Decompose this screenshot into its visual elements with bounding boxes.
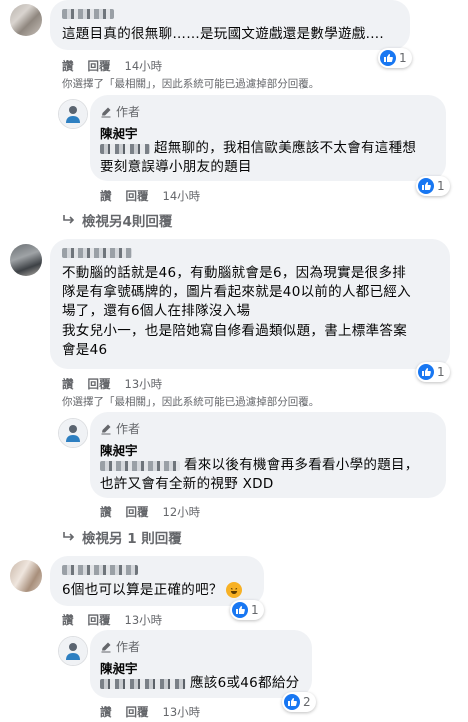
author-photo-icon — [66, 425, 80, 442]
reply-actions: 讚回覆 13小時 — [100, 704, 214, 720]
like-button[interactable]: 讚 — [62, 613, 74, 627]
like-button[interactable]: 讚 — [100, 189, 112, 203]
author-name[interactable]: 陳昶宇 — [100, 658, 138, 677]
author-avatar[interactable] — [58, 636, 88, 666]
comment-actions: 讚回覆 13小時 — [62, 376, 176, 392]
reaction-summary[interactable]: 2 — [282, 692, 316, 712]
filter-notice: 你選擇了「最相關」，因此系統可能已過濾掉部分回覆。 — [62, 78, 320, 90]
reply-actions: 讚回覆 14小時 — [100, 188, 214, 204]
like-button[interactable]: 讚 — [62, 377, 74, 391]
comment-actions: 讚回覆 13小時 — [62, 612, 176, 628]
like-icon — [418, 178, 434, 194]
reaction-count: 2 — [303, 695, 311, 709]
comment-bubble: 這題目真的很無聊……是玩國文遊戲還是數學遊戲.... — [50, 0, 410, 50]
reaction-summary[interactable]: 1 — [416, 176, 450, 196]
reaction-count: 1 — [399, 51, 407, 65]
timestamp[interactable]: 13小時 — [125, 613, 163, 627]
reply-button[interactable]: 回覆 — [88, 377, 111, 391]
commenter-avatar[interactable] — [10, 4, 42, 36]
reaction-summary[interactable]: 1 — [416, 362, 450, 382]
filter-notice: 你選擇了「最相關」，因此系統可能已過濾掉部分回覆。 — [62, 396, 320, 408]
reply-text-line-2: 要刻意誤導小朋友的題目 — [100, 159, 252, 175]
tagged-name-redacted[interactable] — [100, 679, 186, 689]
comment-text-line-2: 隊是有拿號碼牌的，圖片看起來就是40以前的人都已經入 — [62, 284, 411, 300]
author-name[interactable]: 陳昶宇 — [100, 123, 138, 142]
timestamp[interactable]: 13小時 — [163, 705, 201, 719]
view-more-replies[interactable]: 檢視另 1 則回覆 — [62, 527, 182, 547]
commenter-avatar[interactable] — [10, 244, 42, 276]
author-avatar[interactable] — [58, 418, 88, 448]
timestamp[interactable]: 14小時 — [163, 189, 201, 203]
comment-text-line-4: 我女兒小一，也是陪她寫自修看過類似題，書上標準答案 — [62, 323, 407, 339]
reply-bubble: 作者 陳昶宇 看來以後有機會再多看看小學的題目， 也許又會有全新的視野 XDD — [90, 412, 446, 498]
reaction-summary[interactable]: 1 — [230, 600, 264, 620]
tagged-name-redacted[interactable] — [100, 144, 150, 154]
pen-icon — [101, 642, 111, 652]
reaction-count: 1 — [437, 179, 445, 193]
commenter-name-redacted[interactable] — [62, 248, 132, 258]
comment-bubble: 6個也可以算是正確的吧？ — [50, 556, 264, 606]
like-button[interactable]: 讚 — [100, 505, 112, 519]
reply-arrow-icon — [63, 215, 75, 224]
comment-text-line-5: 會是46 — [62, 342, 108, 358]
author-badge: 作者 — [100, 638, 140, 655]
comment-actions: 讚回覆 14小時 — [62, 58, 176, 74]
comment-bubble: 不動腦的話就是46，有動腦就會是6，因為現實是很多排 隊是有拿號碼牌的，圖片看起… — [50, 239, 450, 369]
commenter-name-redacted[interactable] — [62, 9, 114, 19]
comment-text-line-3: 場了，還有6個人在排隊沒入場 — [62, 303, 251, 319]
like-icon — [284, 694, 300, 710]
reaction-summary[interactable]: 1 — [378, 48, 412, 68]
reply-bubble: 作者 陳昶宇 應該6或46都給分 — [90, 630, 312, 698]
timestamp[interactable]: 14小時 — [125, 59, 163, 73]
like-button[interactable]: 讚 — [100, 705, 112, 719]
reaction-count: 1 — [251, 603, 259, 617]
author-photo-icon — [66, 106, 80, 123]
reply-text-line-2: 也許又會有全新的視野 XDD — [100, 476, 274, 492]
like-button[interactable]: 讚 — [62, 59, 74, 73]
reply-arrow-icon — [63, 532, 75, 541]
reply-text-line-1: 看來以後有機會再多看看小學的題目， — [184, 457, 419, 473]
reply-button[interactable]: 回覆 — [126, 705, 149, 719]
comment-text-line-1: 不動腦的話就是46，有動腦就會是6，因為現實是很多排 — [62, 265, 407, 281]
like-icon — [232, 602, 248, 618]
reply-button[interactable]: 回覆 — [88, 59, 111, 73]
pen-icon — [101, 424, 111, 434]
like-icon — [418, 364, 434, 380]
reply-text: 應該6或46都給分 — [190, 675, 300, 691]
like-icon — [380, 50, 396, 66]
timestamp[interactable]: 13小時 — [125, 377, 163, 391]
author-badge: 作者 — [100, 420, 140, 437]
author-badge: 作者 — [100, 103, 140, 120]
author-avatar[interactable] — [58, 99, 88, 129]
comment-text: 這題目真的很無聊……是玩國文遊戲還是數學遊戲.... — [62, 26, 384, 42]
reply-bubble: 作者 陳昶宇 超無聊的，我相信歐美應該不太會有這種想 要刻意誤導小朋友的題目 — [90, 95, 446, 181]
reaction-count: 1 — [437, 365, 445, 379]
timestamp[interactable]: 12小時 — [163, 505, 201, 519]
view-more-replies[interactable]: 檢視另4則回覆 — [62, 210, 172, 230]
laughing-emoji-icon — [225, 582, 242, 598]
reply-actions: 讚回覆 12小時 — [100, 504, 214, 520]
commenter-name-redacted[interactable] — [62, 565, 138, 575]
author-name[interactable]: 陳昶宇 — [100, 440, 138, 459]
reply-button[interactable]: 回覆 — [88, 613, 111, 627]
author-photo-icon — [66, 643, 80, 660]
reply-button[interactable]: 回覆 — [126, 505, 149, 519]
comment-text: 6個也可以算是正確的吧？ — [62, 581, 242, 600]
reply-button[interactable]: 回覆 — [126, 189, 149, 203]
pen-icon — [101, 107, 111, 117]
reply-text-line-1: 超無聊的，我相信歐美應該不太會有這種想 — [154, 140, 417, 156]
commenter-avatar[interactable] — [10, 560, 42, 592]
tagged-name-redacted[interactable] — [100, 461, 180, 471]
